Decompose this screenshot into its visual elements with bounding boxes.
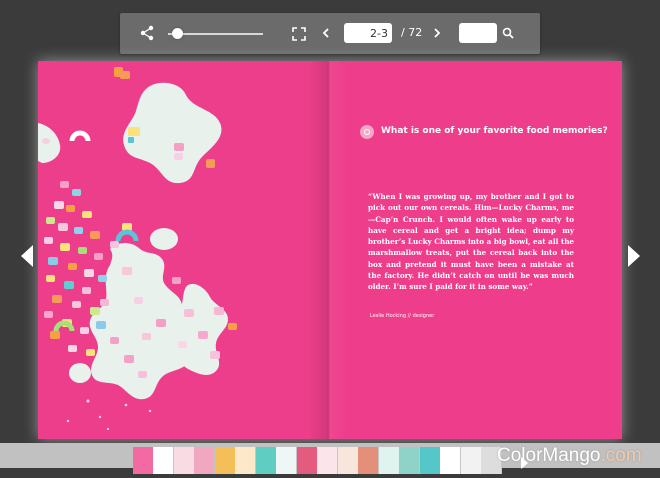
chevron-left-icon[interactable] — [320, 26, 332, 40]
page-number-input[interactable] — [344, 23, 392, 43]
question-heading: What is one of your favorite food memori… — [360, 125, 610, 141]
cereal-milk-photo — [38, 61, 327, 439]
zoom-slider-handle[interactable] — [172, 28, 183, 39]
chat-bubble-icon — [360, 125, 374, 139]
question-text: What is one of your favorite food memori… — [381, 126, 608, 136]
watermark-brand: ColorMango — [497, 445, 601, 466]
search-icon[interactable] — [502, 27, 514, 39]
arrow-left-icon[interactable] — [19, 244, 35, 268]
thumbnail-page[interactable] — [461, 447, 502, 474]
thumbnail-page[interactable] — [133, 447, 174, 474]
thumbnail-strip — [133, 447, 502, 474]
left-page — [38, 61, 327, 439]
quote-paragraph: “When I was growing up, my brother and I… — [368, 192, 574, 292]
arrow-right-icon[interactable] — [626, 244, 642, 268]
right-page: What is one of your favorite food memori… — [327, 61, 622, 439]
thumbnail-next-icon[interactable] — [519, 456, 529, 470]
fullscreen-icon[interactable] — [292, 27, 306, 41]
book-spine — [308, 61, 348, 439]
thumbnail-page[interactable] — [256, 447, 297, 474]
thumbnail-page[interactable] — [379, 447, 420, 474]
share-icon[interactable] — [140, 25, 154, 41]
thumbnail-page[interactable] — [215, 447, 256, 474]
thumbnail-bar: ColorMango.com — [0, 443, 660, 478]
thumbnail-page[interactable] — [420, 447, 461, 474]
viewer-toolbar: / 72 — [120, 13, 540, 54]
chevron-right-icon[interactable] — [431, 26, 443, 40]
thumbnail-page[interactable] — [174, 447, 215, 474]
flipbook-spread[interactable]: What is one of your favorite food memori… — [38, 61, 622, 439]
watermark-domain: .com — [600, 445, 642, 466]
quote-byline: Leslie Hocking // designer — [370, 313, 435, 319]
thumbnail-page[interactable] — [338, 447, 379, 474]
search-input[interactable] — [459, 23, 497, 43]
thumbnail-page[interactable] — [297, 447, 338, 474]
page-total: / 72 — [401, 26, 423, 39]
